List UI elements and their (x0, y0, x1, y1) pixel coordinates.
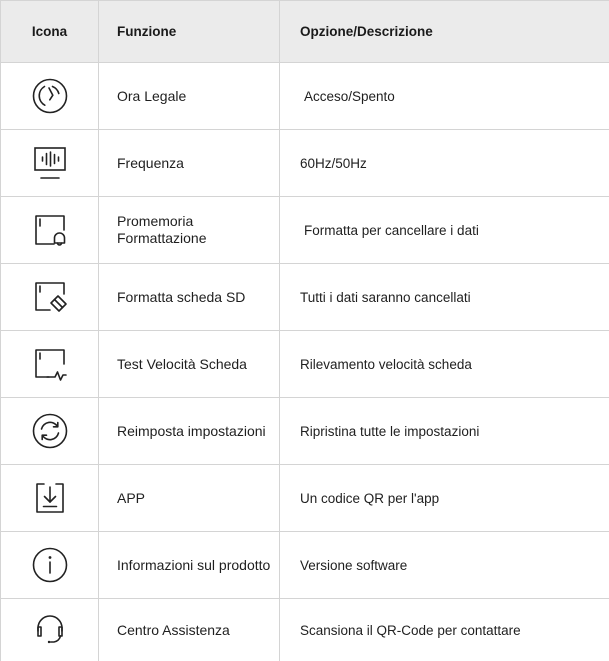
header-icon: Icona (0, 0, 99, 63)
table-row: Ora Legale Acceso/Spento (0, 62, 609, 130)
description-label: Tutti i dati saranno cancellati (279, 263, 609, 331)
reset-icon (32, 413, 67, 449)
card-speed-test-icon (34, 349, 67, 381)
frequency-monitor-icon (33, 147, 66, 179)
header-function: Funzione (98, 0, 280, 63)
function-label: Formatta scheda SD (98, 263, 280, 331)
description-label: Acceso/Spento (279, 62, 609, 130)
info-icon (32, 547, 67, 583)
table-row: Informazioni sul prodotto Versione softw… (0, 531, 609, 599)
description-label: Ripristina tutte le impostazioni (279, 397, 609, 465)
table-row: Test Velocità Scheda Rilevamento velocit… (0, 330, 609, 398)
description-label: Scansiona il QR-Code per contattare (279, 598, 609, 661)
table-row: APP Un codice QR per l'app (0, 464, 609, 532)
function-label: APP (98, 464, 280, 532)
table-row: Formatta scheda SD Tutti i dati saranno … (0, 263, 609, 331)
description-label: Formatta per cancellare i dati (279, 196, 609, 264)
table-row: Centro Assistenza Scansiona il QR-Code p… (0, 598, 609, 661)
header-description: Opzione/Descrizione (279, 0, 609, 63)
table-row: Promemoria Formattazione Formatta per ca… (0, 196, 609, 264)
format-sd-card-icon (34, 282, 67, 312)
function-label: Promemoria Formattazione (98, 196, 280, 264)
table-row: Frequenza 60Hz/50Hz (0, 129, 609, 197)
description-label: Versione software (279, 531, 609, 599)
function-label: Frequenza (98, 129, 280, 197)
description-label: 60Hz/50Hz (279, 129, 609, 197)
description-label: Rilevamento velocità scheda (279, 330, 609, 398)
settings-table: Icona Funzione Opzione/Descrizione Ora L… (0, 0, 609, 661)
download-app-icon (35, 483, 64, 513)
format-reminder-icon (34, 215, 65, 246)
clock-icon (32, 78, 67, 114)
function-label: Centro Assistenza (98, 598, 280, 661)
headset-icon (36, 615, 63, 644)
function-label: Reimposta impostazioni (98, 397, 280, 465)
table-row: Reimposta impostazioni Ripristina tutte … (0, 397, 609, 465)
function-label: Test Velocità Scheda (98, 330, 280, 398)
function-label: Ora Legale (98, 62, 280, 130)
description-label: Un codice QR per l'app (279, 464, 609, 532)
function-label: Informazioni sul prodotto (98, 531, 280, 599)
table-header-row: Icona Funzione Opzione/Descrizione (0, 0, 609, 63)
